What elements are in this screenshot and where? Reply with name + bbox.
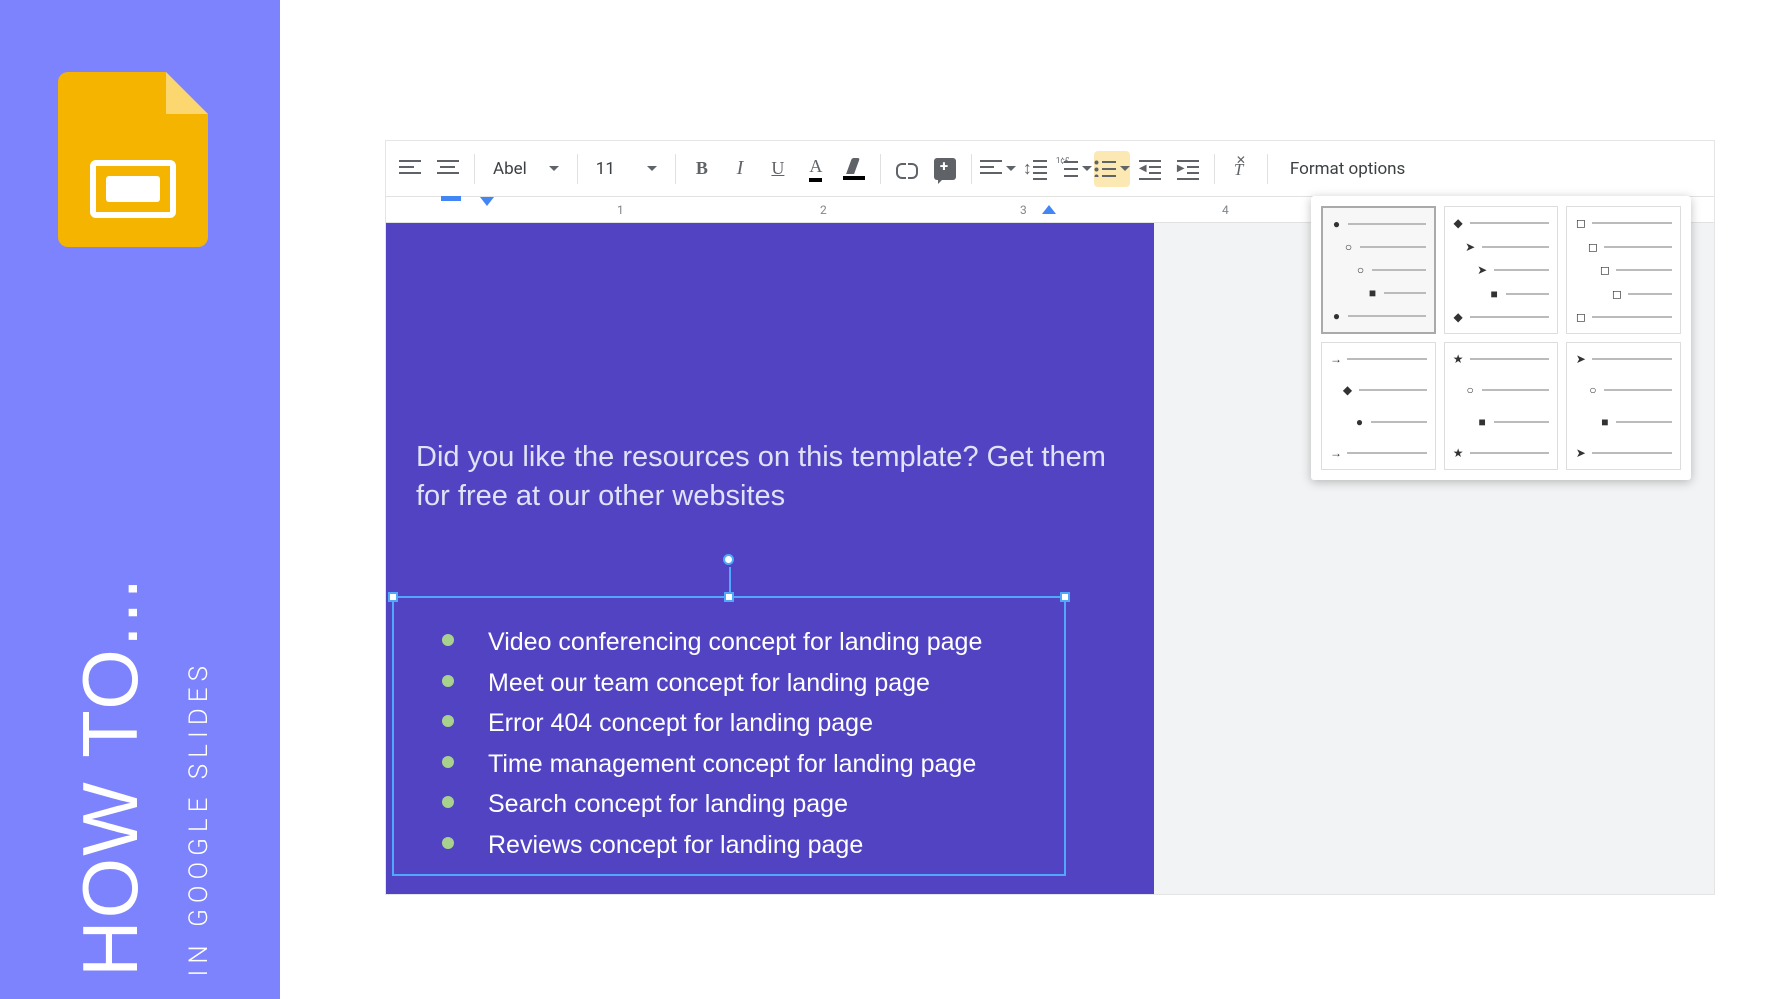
italic-button[interactable]: I [722,151,758,187]
google-slides-window: Abel 11 B I U A [385,140,1715,895]
font-name: Abel [493,159,527,179]
google-slides-logo [58,72,208,247]
selected-textbox[interactable]: Video conferencing concept for landing p… [392,596,1066,876]
clear-formatting-icon [1230,158,1252,180]
format-options-button[interactable]: Format options [1276,159,1419,179]
bullet-style-option[interactable]: ➤○■➤ [1566,342,1681,470]
resize-handle-n[interactable] [724,592,734,602]
clear-formatting-button[interactable] [1223,151,1259,187]
list-item[interactable]: Reviews concept for landing page [442,825,1044,866]
line-spacing-button[interactable] [1018,151,1054,187]
increase-indent-button[interactable] [1170,151,1206,187]
decrease-indent-button[interactable] [1132,151,1168,187]
underline-button[interactable]: U [760,151,796,187]
banner-title: HOW TO... [65,576,156,977]
link-icon [896,158,918,180]
resize-handle-ne[interactable] [1060,592,1070,602]
align-center-button[interactable] [430,151,466,187]
bullet-style-option[interactable]: →◆●→ [1321,342,1436,470]
increase-indent-icon [1177,158,1199,180]
list-item[interactable]: Meet our team concept for landing page [442,663,1044,704]
bullet-list[interactable]: Video conferencing concept for landing p… [394,598,1064,865]
chevron-down-icon [549,166,559,171]
insert-link-button[interactable] [889,151,925,187]
text-color-button[interactable]: A [798,151,834,187]
list-item[interactable]: Time management concept for landing page [442,744,1044,785]
bullet-style-option[interactable]: ●○○■● [1321,206,1436,334]
slide-title[interactable]: Did you like the resources on this templ… [416,438,1106,516]
banner-subtitle: IN GOOGLE SLIDES [184,660,214,977]
highlight-button[interactable] [836,151,872,187]
decrease-indent-icon [1139,158,1161,180]
chevron-down-icon [1120,166,1130,171]
align-icon [980,158,1002,180]
slide[interactable]: Did you like the resources on this templ… [386,223,1154,894]
chevron-down-icon [1082,166,1092,171]
align-left-icon [399,158,421,180]
bold-button[interactable]: B [684,151,720,187]
numbered-list-icon [1056,158,1078,180]
font-size-select[interactable]: 11 [586,151,667,187]
tutorial-banner: HOW TO... IN GOOGLE SLIDES [0,0,280,999]
chevron-down-icon [1006,166,1016,171]
rotate-handle[interactable] [723,554,734,565]
comment-icon [934,158,956,180]
align-left-button[interactable] [392,151,428,187]
bullet-style-option[interactable]: ★○■★ [1444,342,1559,470]
font-size: 11 [596,159,615,179]
font-select[interactable]: Abel [483,151,569,187]
chevron-down-icon [647,166,657,171]
bulleted-list-icon [1094,158,1116,180]
line-spacing-icon [1025,158,1047,180]
numbered-list-button[interactable] [1056,151,1092,187]
highlight-icon [843,158,865,180]
list-item[interactable]: Video conferencing concept for landing p… [442,622,1044,663]
text-align-button[interactable] [980,151,1016,187]
list-item[interactable]: Error 404 concept for landing page [442,703,1044,744]
bullet-style-option[interactable]: ◻◻◻◻◻ [1566,206,1681,334]
list-item[interactable]: Search concept for landing page [442,784,1044,825]
resize-handle-nw[interactable] [388,592,398,602]
bullet-style-popup: ●○○■●◆➤➤■◆◻◻◻◻◻ →◆●→★○■★➤○■➤ [1311,196,1691,480]
toolbar: Abel 11 B I U A [386,141,1714,197]
bullet-style-option[interactable]: ◆➤➤■◆ [1444,206,1559,334]
add-comment-button[interactable] [927,151,963,187]
bulleted-list-button[interactable] [1094,151,1130,187]
align-center-icon [437,158,459,180]
